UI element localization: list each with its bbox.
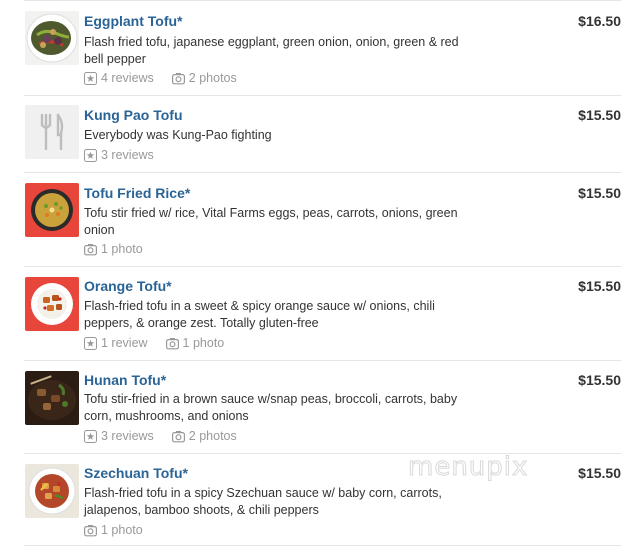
- eggplant-tofu-photo[interactable]: [25, 11, 79, 65]
- camera-icon: [171, 430, 185, 442]
- item-description: Flash-fried tofu in a sweet & spicy oran…: [84, 299, 435, 330]
- hunan-tofu-photo[interactable]: [25, 371, 79, 425]
- menu-item-eggplant-tofu: Eggplant Tofu* $16.50 Flash fried tofu, …: [24, 0, 621, 95]
- reviews-count: 3 reviews: [101, 148, 154, 162]
- item-name[interactable]: Kung Pao Tofu: [84, 106, 183, 124]
- reviews-count: 3 reviews: [101, 429, 154, 443]
- star-review-icon: [84, 429, 97, 443]
- camera-icon: [84, 524, 97, 536]
- reviews-link[interactable]: 1 review: [84, 335, 148, 351]
- item-description: Tofu stir fried w/ rice, Vital Farms egg…: [84, 206, 458, 237]
- photos-count: 2 photos: [188, 429, 237, 443]
- camera-icon: [84, 243, 97, 255]
- star-review-icon: [84, 148, 97, 162]
- orange-tofu-photo[interactable]: [25, 277, 79, 331]
- reviews-count: 1 review: [101, 336, 148, 350]
- photos-link[interactable]: 2 photos: [171, 428, 237, 444]
- item-meta: 3 reviews: [84, 147, 172, 163]
- menupix-watermark: menupix: [407, 452, 529, 483]
- item-description: Tofu stir-fried in a brown sauce w/snap …: [84, 392, 458, 423]
- photos-link[interactable]: 1 photo: [84, 241, 143, 257]
- reviews-link[interactable]: 4 reviews: [84, 70, 154, 86]
- camera-icon: [165, 337, 179, 349]
- menu-item-tofu-fried-rice: Tofu Fried Rice* $15.50 Tofu stir fried …: [24, 172, 621, 266]
- item-name[interactable]: Orange Tofu*: [84, 277, 172, 295]
- fork-knife-placeholder-icon: [25, 105, 79, 159]
- item-description: Everybody was Kung-Pao fighting: [84, 128, 272, 142]
- item-price: $15.50: [578, 372, 621, 388]
- camera-icon: [171, 72, 185, 84]
- item-meta: 3 reviews 2 photos: [84, 428, 255, 444]
- item-price: $15.50: [578, 465, 621, 481]
- menu-item-hunan-tofu: Hunan Tofu* $15.50 Tofu stir-fried in a …: [24, 360, 621, 453]
- photos-link[interactable]: 1 photo: [84, 522, 143, 538]
- menu-item-kung-pao-tofu: Kung Pao Tofu $15.50 Everybody was Kung-…: [24, 95, 621, 172]
- szechuan-tofu-photo[interactable]: [25, 464, 79, 518]
- star-review-icon: [84, 336, 97, 350]
- fried-rice-photo[interactable]: [25, 183, 79, 237]
- star-review-icon: [84, 71, 97, 85]
- reviews-link[interactable]: 3 reviews: [84, 428, 154, 444]
- item-name[interactable]: Hunan Tofu*: [84, 371, 166, 389]
- reviews-count: 4 reviews: [101, 71, 154, 85]
- item-meta: 1 photo: [84, 522, 161, 538]
- menu-item-szechuan-tofu: Szechuan Tofu* $15.50 Flash-fried tofu i…: [24, 453, 621, 546]
- item-meta: 1 review 1 photo: [84, 335, 242, 351]
- item-price: $15.50: [578, 107, 621, 123]
- item-description: Flash fried tofu, japanese eggplant, gre…: [84, 35, 459, 66]
- item-price: $15.50: [578, 278, 621, 294]
- item-name[interactable]: Szechuan Tofu*: [84, 464, 188, 482]
- photos-link[interactable]: 2 photos: [171, 70, 237, 86]
- item-meta: 1 photo: [84, 241, 161, 257]
- item-meta: 4 reviews 2 photos: [84, 70, 255, 86]
- item-name[interactable]: Tofu Fried Rice*: [84, 184, 190, 202]
- item-description: Flash-fried tofu in a spicy Szechuan sau…: [84, 486, 442, 517]
- reviews-link[interactable]: 3 reviews: [84, 147, 154, 163]
- item-price: $16.50: [578, 13, 621, 29]
- item-name[interactable]: Eggplant Tofu*: [84, 12, 183, 30]
- photos-count: 1 photo: [101, 242, 143, 256]
- photos-count: 1 photo: [101, 523, 143, 537]
- photos-count: 1 photo: [182, 336, 225, 350]
- photos-link[interactable]: 1 photo: [165, 335, 225, 351]
- photos-count: 2 photos: [188, 71, 237, 85]
- item-price: $15.50: [578, 185, 621, 201]
- menu-item-orange-tofu: Orange Tofu* $15.50 Flash-fried tofu in …: [24, 266, 621, 360]
